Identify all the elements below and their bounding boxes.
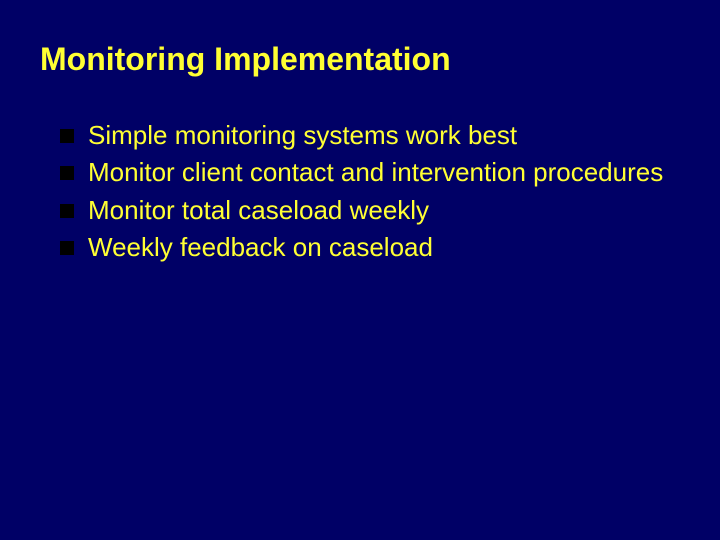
list-item: Weekly feedback on caseload (60, 230, 680, 265)
bullet-text: Monitor client contact and intervention … (88, 155, 680, 190)
bullet-text: Weekly feedback on caseload (88, 230, 680, 265)
list-item: Monitor client contact and intervention … (60, 155, 680, 190)
list-item: Simple monitoring systems work best (60, 118, 680, 153)
bullet-text: Monitor total caseload weekly (88, 193, 680, 228)
bullet-text: Simple monitoring systems work best (88, 118, 680, 153)
square-bullet-icon (60, 241, 74, 255)
square-bullet-icon (60, 129, 74, 143)
bullet-list: Simple monitoring systems work best Moni… (60, 118, 680, 264)
square-bullet-icon (60, 166, 74, 180)
slide: Monitoring Implementation Simple monitor… (0, 0, 720, 540)
slide-title: Monitoring Implementation (40, 40, 680, 78)
list-item: Monitor total caseload weekly (60, 193, 680, 228)
square-bullet-icon (60, 204, 74, 218)
